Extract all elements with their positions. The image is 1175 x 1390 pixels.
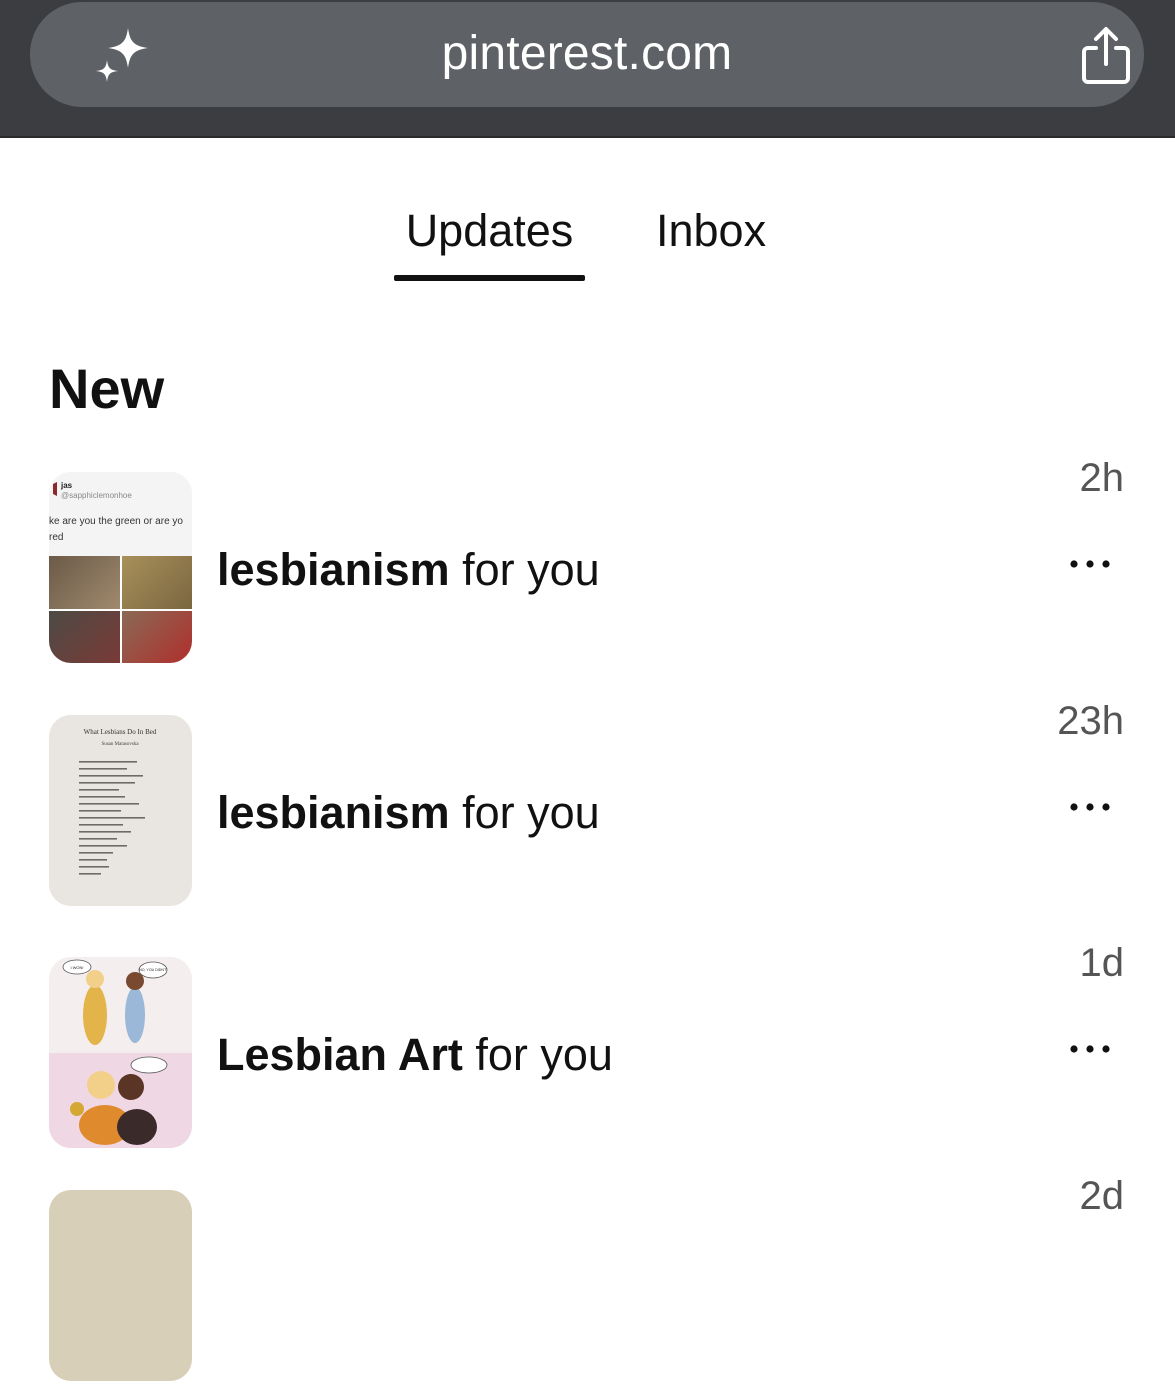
tab-inbox[interactable]: Inbox: [656, 205, 766, 257]
comic-bubble-1: I WON!: [70, 965, 83, 970]
photo: [121, 610, 192, 663]
section-heading-new: New: [49, 357, 165, 420]
board-name: lesbianism: [217, 787, 450, 838]
photo-grid: [49, 556, 192, 663]
tweet-text-2: red: [49, 532, 63, 543]
photo: [49, 556, 120, 609]
notification-suffix: for you: [462, 544, 600, 595]
tweet-handle: @sapphiclemonhoe: [61, 491, 132, 500]
tweet-text: ke are you the green or are yo: [49, 516, 183, 527]
notification-time: 23h: [1057, 699, 1124, 743]
url-text[interactable]: pinterest.com: [30, 26, 1144, 81]
pin-thumbnail[interactable]: What Lesbians Do In Bed Susan Matasovska: [49, 715, 192, 906]
notification-suffix: for you: [462, 787, 600, 838]
notification-item[interactable]: What Lesbians Do In Bed Susan Matasovska: [0, 699, 1175, 915]
notification-text: Lesbian Art for you: [217, 1029, 613, 1081]
more-options-icon[interactable]: [1066, 795, 1116, 819]
board-name: Lesbian Art: [217, 1029, 463, 1080]
active-tab-indicator: [394, 275, 585, 281]
more-options-icon[interactable]: [1066, 1037, 1116, 1061]
notification-item[interactable]: jas @sapphiclemonhoe ke are you the gree…: [0, 456, 1175, 672]
notification-time: 2d: [1079, 1174, 1125, 1218]
browser-bar: pinterest.com: [0, 0, 1175, 138]
photo: [121, 556, 192, 609]
notification-suffix: for you: [475, 1029, 613, 1080]
tab-bar: Updates Inbox: [0, 205, 1175, 285]
comic-bubble-2: NO, YOU DIDN'T: [139, 968, 168, 972]
board-name: lesbianism: [217, 544, 450, 595]
notification-text: lesbianism for you: [217, 787, 600, 839]
more-options-icon[interactable]: [1066, 552, 1116, 576]
poem-author: Susan Matasovska: [101, 742, 139, 747]
address-bar[interactable]: pinterest.com: [30, 2, 1144, 107]
notification-time: 1d: [1079, 941, 1125, 985]
notification-item[interactable]: 2d: [0, 1174, 1175, 1390]
tweet-name: jas: [60, 481, 73, 490]
notification-item[interactable]: I WON! NO, YOU DIDN'T Lesbian Art for yo…: [0, 941, 1175, 1157]
pin-thumbnail[interactable]: I WON! NO, YOU DIDN'T: [49, 957, 192, 1148]
notification-time: 2h: [1079, 456, 1125, 500]
share-icon[interactable]: [1074, 24, 1138, 88]
notification-text: lesbianism for you: [217, 544, 600, 596]
tweet-preview: jas @sapphiclemonhoe ke are you the gree…: [49, 472, 192, 556]
pin-thumbnail[interactable]: [49, 1190, 192, 1381]
tab-updates[interactable]: Updates: [394, 205, 585, 257]
poem-title: What Lesbians Do In Bed: [84, 728, 157, 736]
photo: [49, 610, 120, 663]
pin-thumbnail[interactable]: jas @sapphiclemonhoe ke are you the gree…: [49, 472, 192, 663]
